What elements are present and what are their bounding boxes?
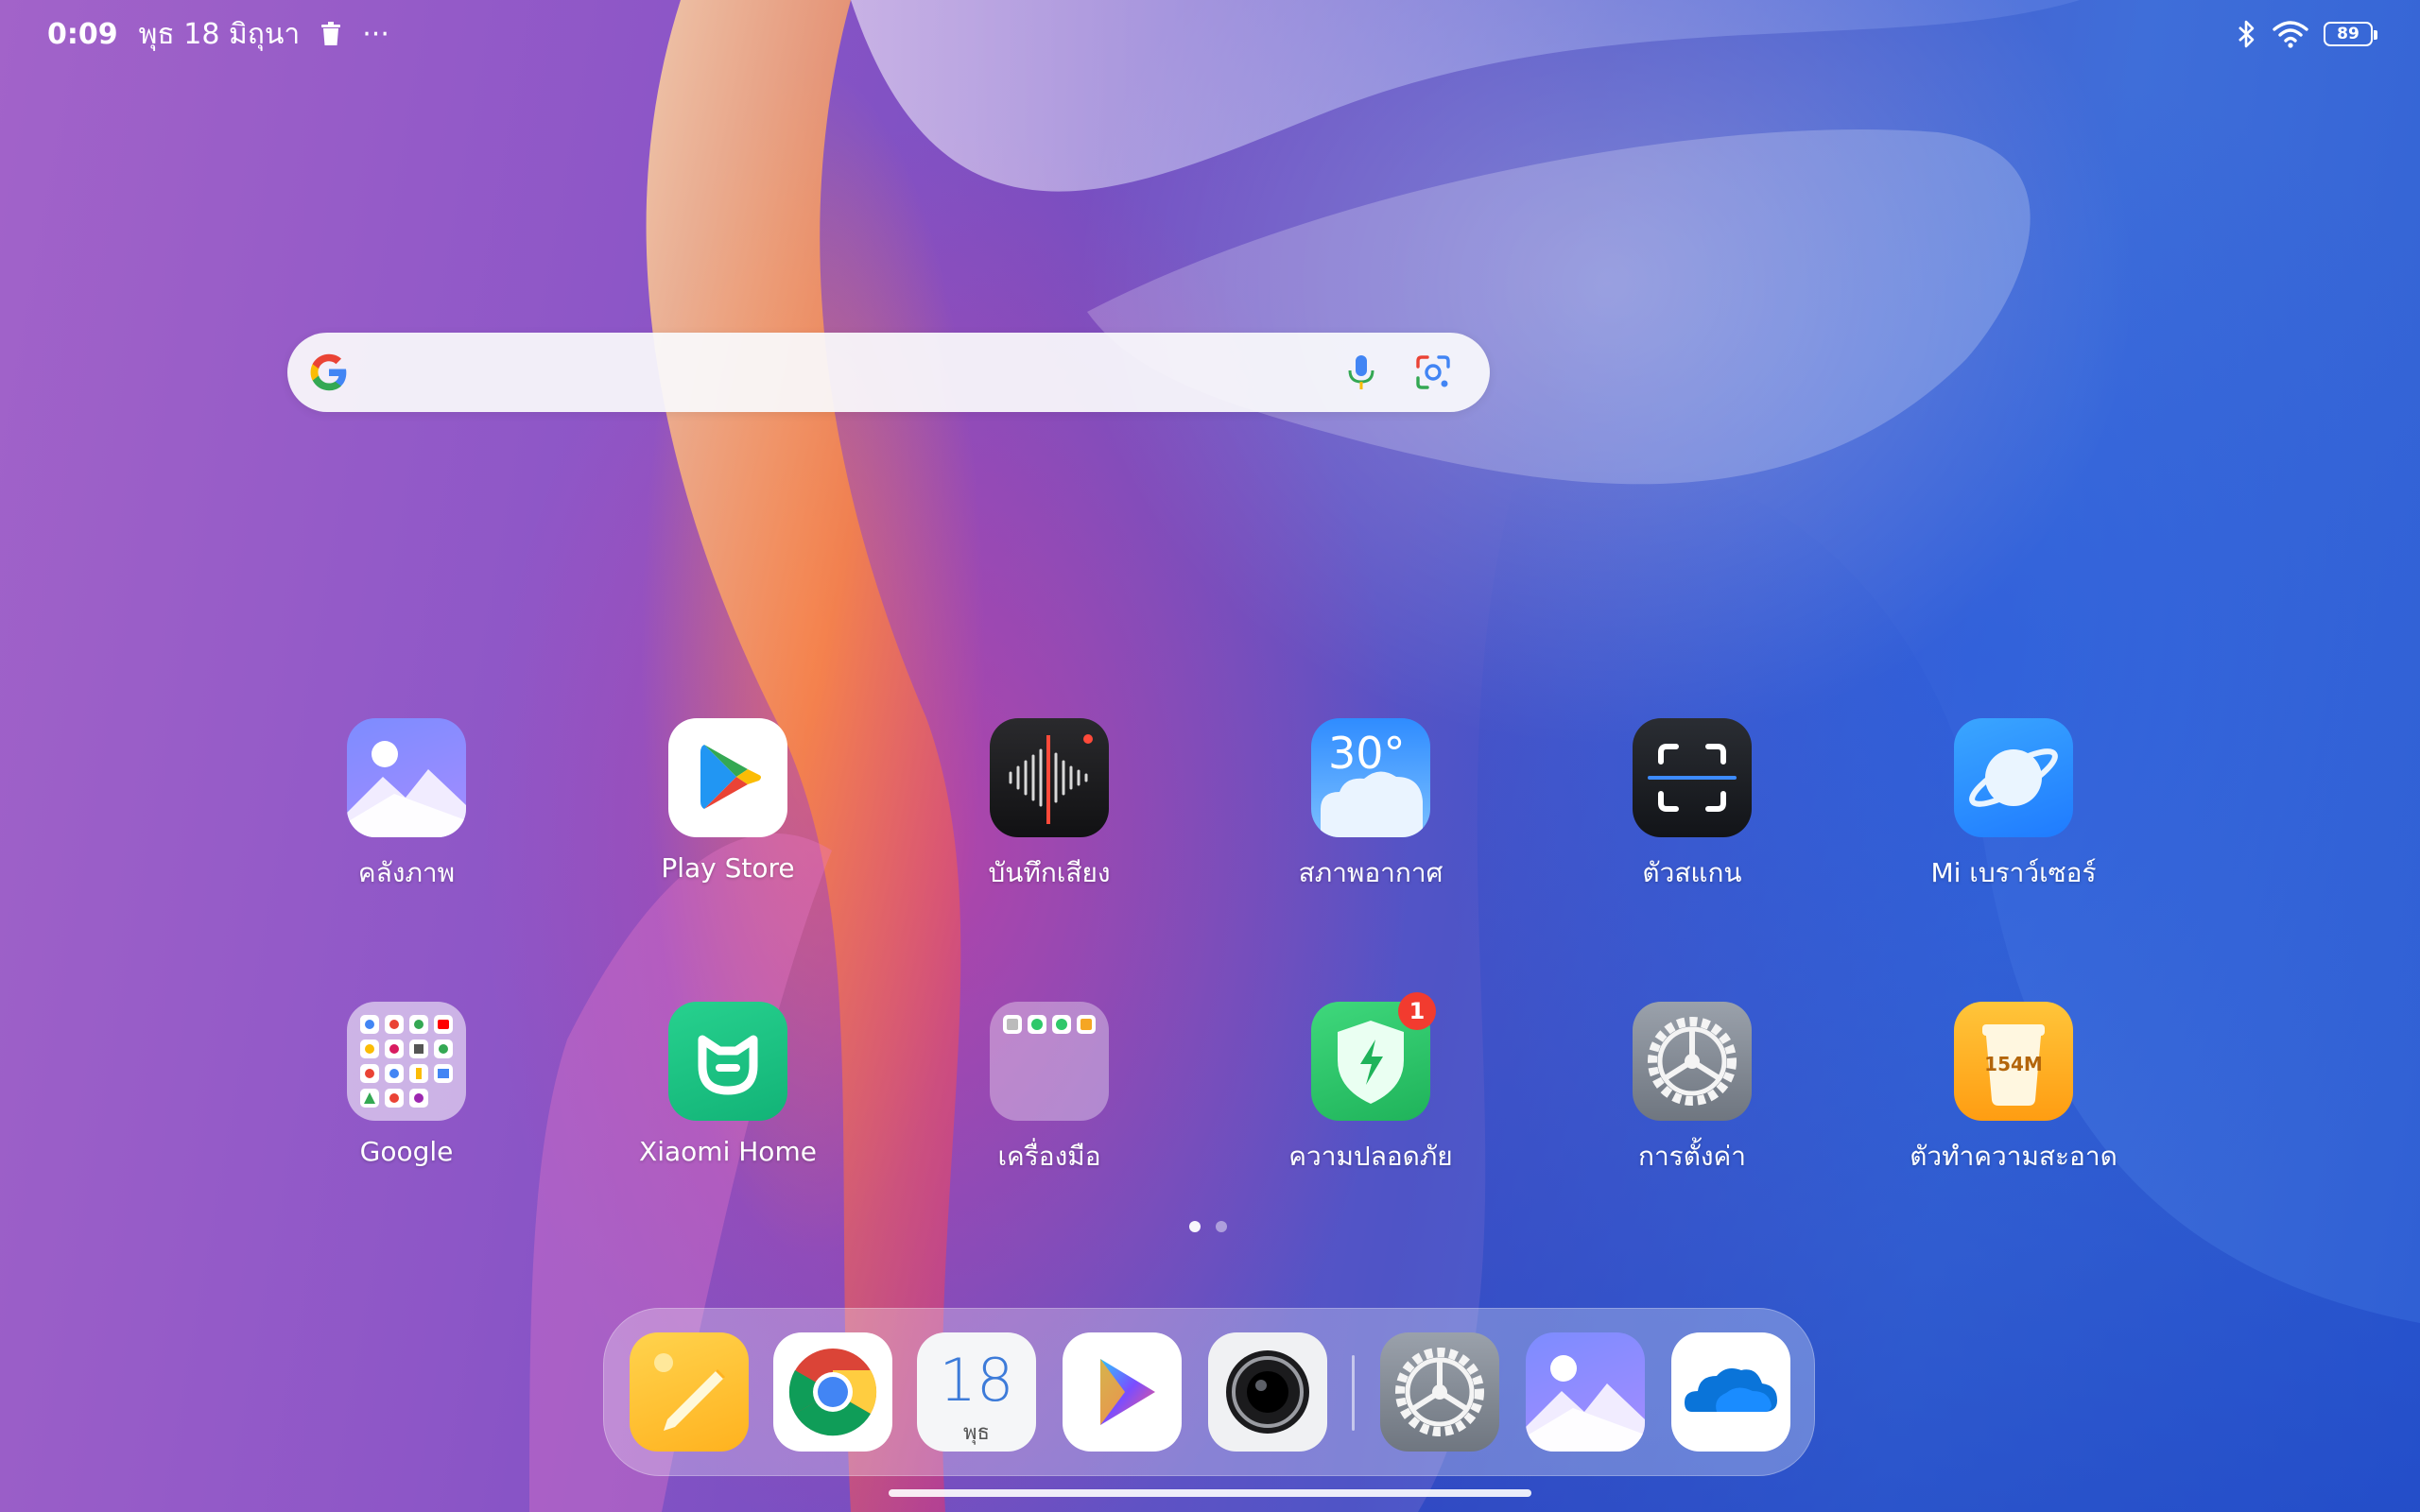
calendar-weekday: พุธ (963, 1421, 990, 1445)
google-g-icon (310, 353, 347, 391)
app-weather[interactable]: 30° สภาพอากาศ (1210, 718, 1531, 894)
google-lens-icon[interactable] (1410, 350, 1456, 395)
folder-label: Google (359, 1136, 454, 1167)
calendar-icon[interactable]: 18 พุธ (917, 1332, 1036, 1452)
chrome-icon[interactable] (773, 1332, 892, 1452)
status-time: 0:09 (47, 17, 118, 51)
app-label: Xiaomi Home (639, 1136, 817, 1167)
app-xiaomi-home[interactable]: Xiaomi Home (567, 1002, 889, 1167)
app-label: Play Store (661, 852, 795, 884)
app-security[interactable]: 1 ความปลอดภัย (1210, 992, 1531, 1177)
app-label: การตั้งค่า (1637, 1141, 1747, 1172)
sound-recorder-icon (990, 718, 1109, 837)
gallery-icon[interactable] (1526, 1332, 1645, 1452)
app-label: คลังภาพ (357, 857, 456, 888)
tools-folder-icon (990, 1002, 1109, 1121)
page-indicator[interactable] (1189, 1221, 1227, 1232)
xiaomi-home-icon (668, 1002, 787, 1121)
dock: 18 พุธ (603, 1308, 1815, 1476)
search-input[interactable] (372, 352, 1320, 395)
settings-icon[interactable] (1380, 1332, 1499, 1452)
app-scanner[interactable]: ตัวสแกน (1531, 718, 1853, 894)
more-icon[interactable]: ··· (362, 18, 389, 51)
bluetooth-icon (2237, 19, 2257, 49)
wifi-icon (2273, 20, 2308, 48)
dock-separator (1352, 1355, 1355, 1431)
battery-icon: 89 (2324, 22, 2377, 46)
settings-icon (1633, 1002, 1752, 1121)
folder-label: เครื่องมือ (997, 1141, 1101, 1172)
notes-icon[interactable] (630, 1332, 749, 1452)
video-player-icon[interactable] (1063, 1332, 1182, 1452)
calendar-day: 18 (939, 1346, 1014, 1415)
page-dot[interactable] (1216, 1221, 1227, 1232)
status-bar-left: 0:09 พุธ 18 มิถุนา ··· (47, 15, 389, 53)
app-cleaner[interactable]: 154M ตัวทำความสะอาด (1853, 1002, 2174, 1177)
app-mi-browser[interactable]: Mi เบราว์เซอร์ (1853, 718, 2174, 894)
google-folder-icon (347, 1002, 466, 1121)
status-bar-right: 89 (2237, 15, 2377, 53)
folder-tools[interactable]: เครื่องมือ (889, 1002, 1210, 1177)
app-label: สภาพอากาศ (1298, 857, 1443, 888)
gallery-icon (347, 718, 466, 837)
google-search-bar[interactable] (287, 333, 1490, 412)
scanner-icon (1633, 718, 1752, 837)
cleaner-icon: 154M (1954, 1002, 2073, 1121)
status-date: พุธ 18 มิถุนา (138, 17, 301, 51)
weather-icon: 30° (1311, 718, 1430, 837)
cleaner-size: 154M (1984, 1053, 2043, 1075)
app-label: ความปลอดภัย (1288, 1141, 1453, 1172)
mi-browser-icon (1954, 718, 2073, 837)
play-store-icon (668, 718, 787, 837)
app-label: บันทึกเสียง (988, 857, 1111, 888)
app-play-store[interactable]: Play Store (567, 718, 889, 884)
app-label: Mi เบราว์เซอร์ (1930, 857, 2097, 888)
app-gallery[interactable]: คลังภาพ (246, 718, 567, 894)
app-settings[interactable]: การตั้งค่า (1531, 1002, 1853, 1177)
folder-google[interactable]: Google (246, 1002, 567, 1167)
page-dot-active[interactable] (1189, 1221, 1201, 1232)
camera-icon[interactable] (1208, 1332, 1327, 1452)
app-label: ตัวสแกน (1642, 857, 1742, 888)
notification-badge: 1 (1398, 992, 1436, 1030)
home-gesture-bar[interactable] (889, 1489, 1531, 1497)
app-label: ตัวทำความสะอาด (1910, 1141, 2118, 1172)
onedrive-icon[interactable] (1671, 1332, 1790, 1452)
app-sound-recorder[interactable]: บันทึกเสียง (889, 718, 1210, 894)
battery-level: 89 (2337, 25, 2360, 43)
trash-icon[interactable] (320, 22, 341, 46)
microphone-icon[interactable] (1339, 350, 1384, 395)
